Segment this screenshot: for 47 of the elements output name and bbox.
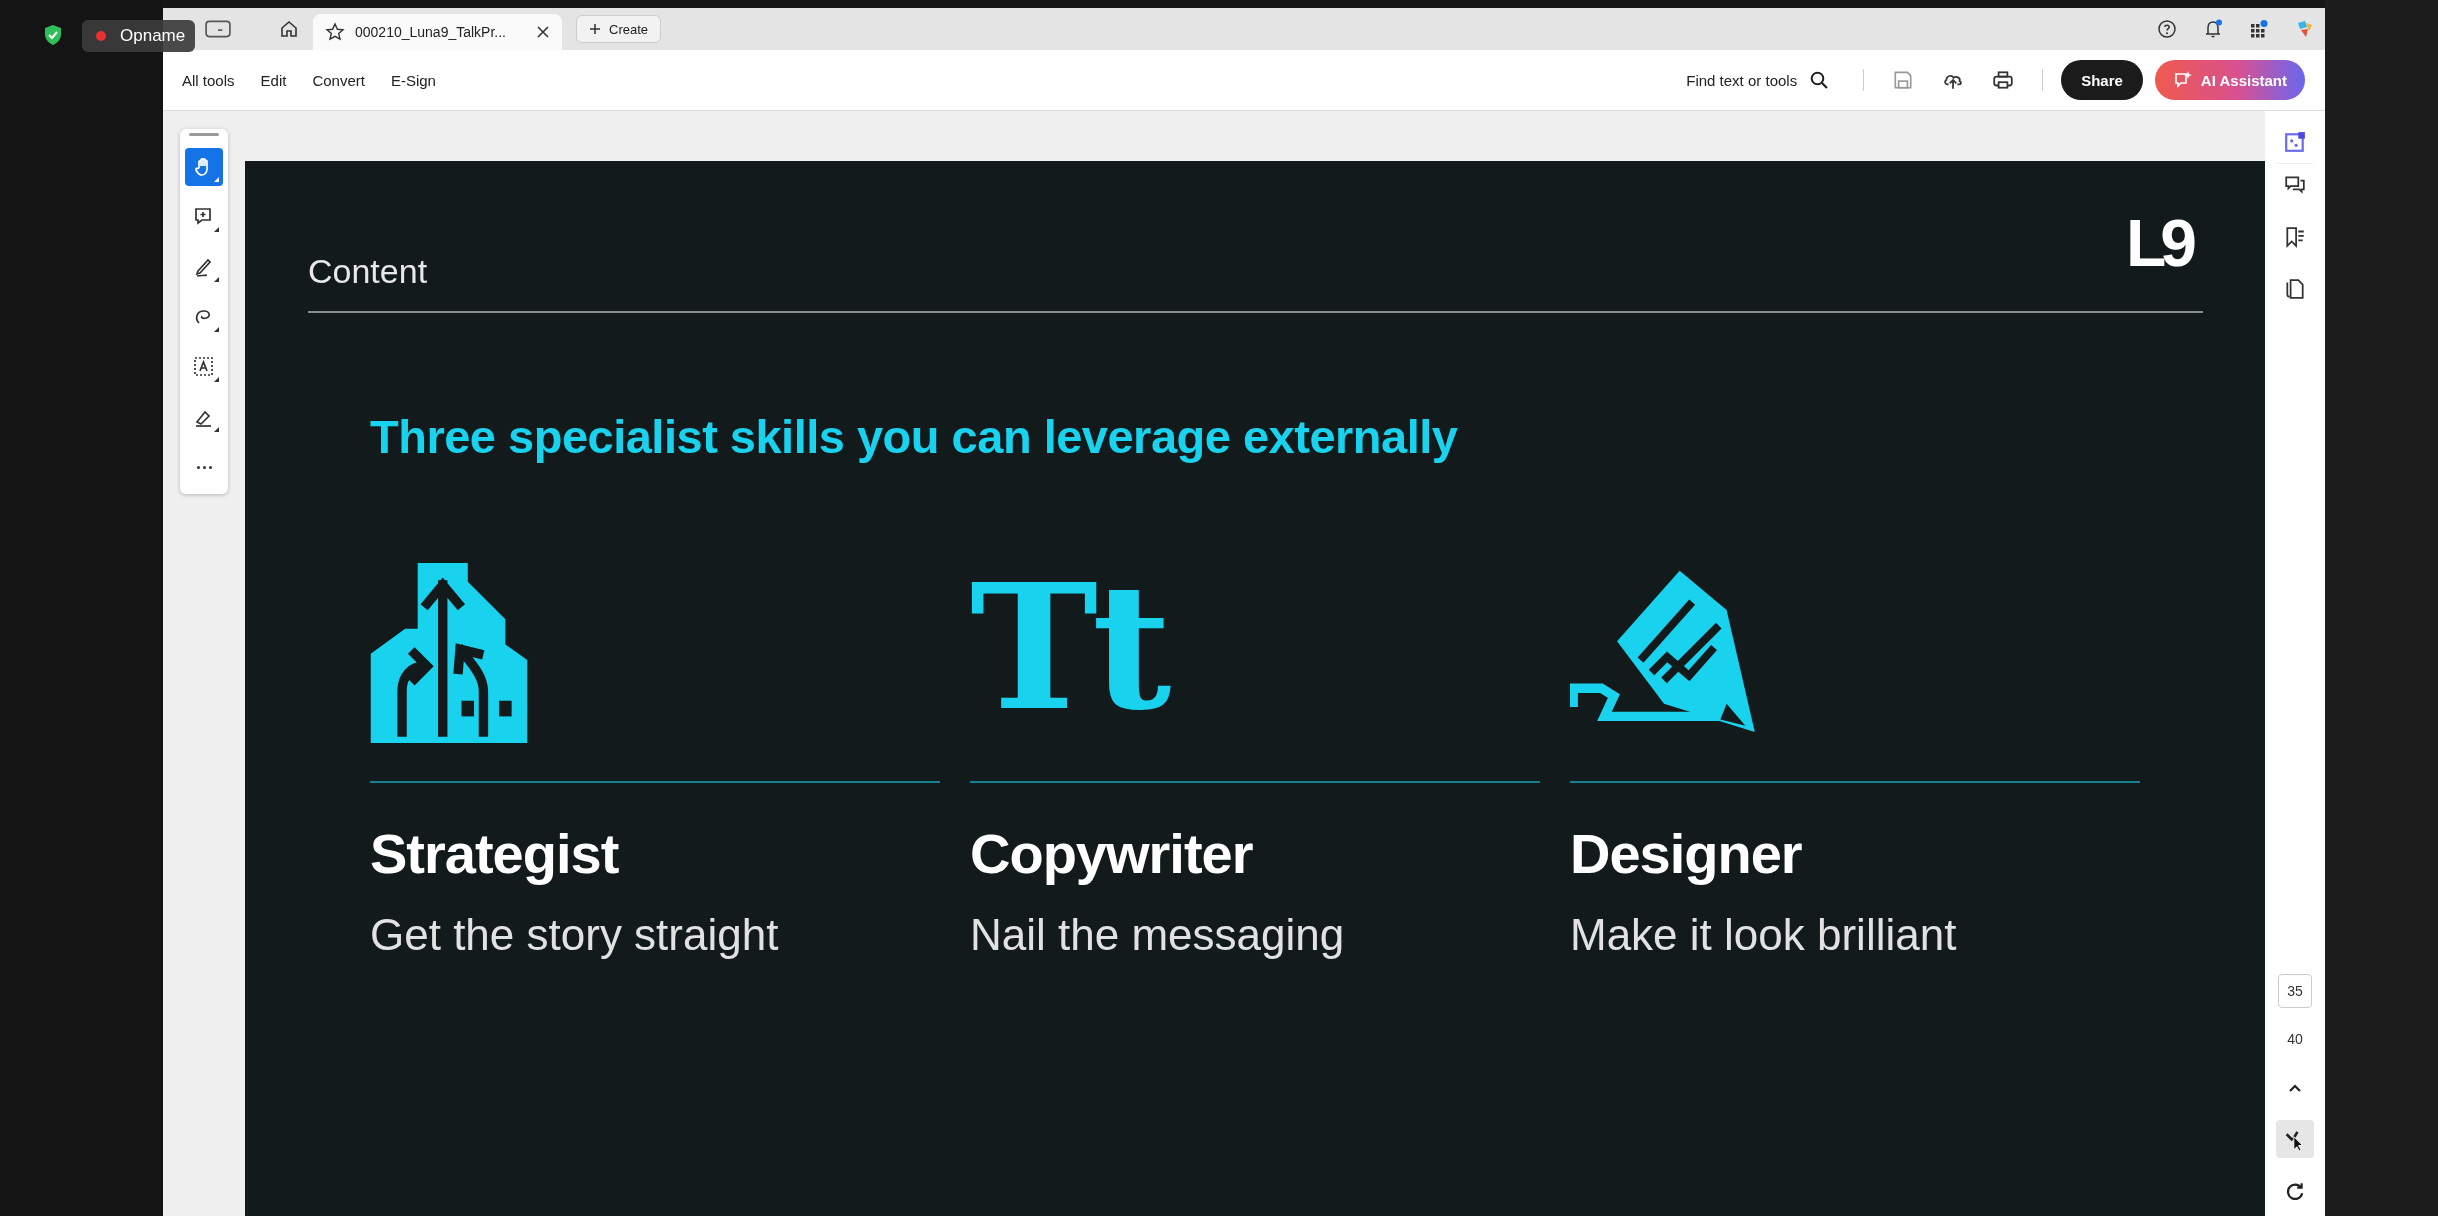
bell-icon[interactable] xyxy=(2203,19,2223,39)
app-logo-icon[interactable] xyxy=(2295,19,2315,39)
ai-assistant-button[interactable]: AI Assistant xyxy=(2154,60,2305,100)
save-icon[interactable] xyxy=(1892,69,1915,91)
comments-icon[interactable] xyxy=(2284,174,2306,196)
slide-heading: Three specialist skills you can leverage externally xyxy=(370,409,1459,465)
hand-tool-button[interactable] xyxy=(185,148,223,186)
create-button[interactable]: Create xyxy=(576,15,662,43)
share-button[interactable]: Share xyxy=(2061,60,2143,100)
star-icon[interactable] xyxy=(325,22,345,42)
skill-title: Designer xyxy=(1570,821,1803,886)
logo: L9 xyxy=(2125,205,2191,281)
skill-subtitle: Get the story straight xyxy=(370,910,780,960)
page-number[interactable]: 40 xyxy=(2278,1022,2312,1056)
section-title: Content xyxy=(308,252,428,291)
typography-icon: Tt xyxy=(970,553,1176,743)
menu-item[interactable]: E-Sign xyxy=(390,71,436,89)
shield-icon xyxy=(43,24,63,46)
search-field[interactable]: Find text or tools xyxy=(1686,70,1830,90)
chat-sparkle-icon xyxy=(2172,70,2193,90)
help-icon[interactable] xyxy=(2157,19,2177,39)
more-icon xyxy=(196,465,212,469)
document-tab[interactable]: 000210_Luna9_TalkPr... xyxy=(313,14,562,50)
recording-indicator[interactable]: Opname xyxy=(82,20,196,52)
ai-panel-icon[interactable] xyxy=(2284,131,2306,153)
rotate-icon[interactable] xyxy=(2284,1180,2306,1202)
pages-icon[interactable] xyxy=(2284,278,2306,300)
sidebar-toggle-icon[interactable] xyxy=(205,20,231,38)
close-icon[interactable] xyxy=(536,25,550,39)
building-arrows-icon xyxy=(370,563,528,743)
page-number[interactable]: 35 xyxy=(2278,974,2312,1008)
menu-item[interactable]: Convert xyxy=(312,71,365,89)
menu-item[interactable]: Edit xyxy=(260,71,287,89)
menu-item[interactable]: All tools xyxy=(182,71,235,89)
skill-title: Copywriter xyxy=(970,821,1254,886)
print-icon[interactable] xyxy=(1992,69,2015,91)
tab-title: 000210_Luna9_TalkPr... xyxy=(355,24,506,40)
skill-subtitle: Make it look brilliant xyxy=(1570,910,1958,960)
select-tool-button[interactable] xyxy=(2276,1120,2314,1158)
textbox-icon xyxy=(192,355,216,379)
skill-title: Strategist xyxy=(370,821,620,886)
plus-icon xyxy=(589,23,601,35)
home-icon[interactable] xyxy=(279,19,299,39)
apps-icon[interactable] xyxy=(2249,19,2269,39)
search-icon xyxy=(1809,70,1830,90)
skill-subtitle: Nail the messaging xyxy=(970,910,1346,960)
bookmark-icon[interactable] xyxy=(2284,226,2306,248)
